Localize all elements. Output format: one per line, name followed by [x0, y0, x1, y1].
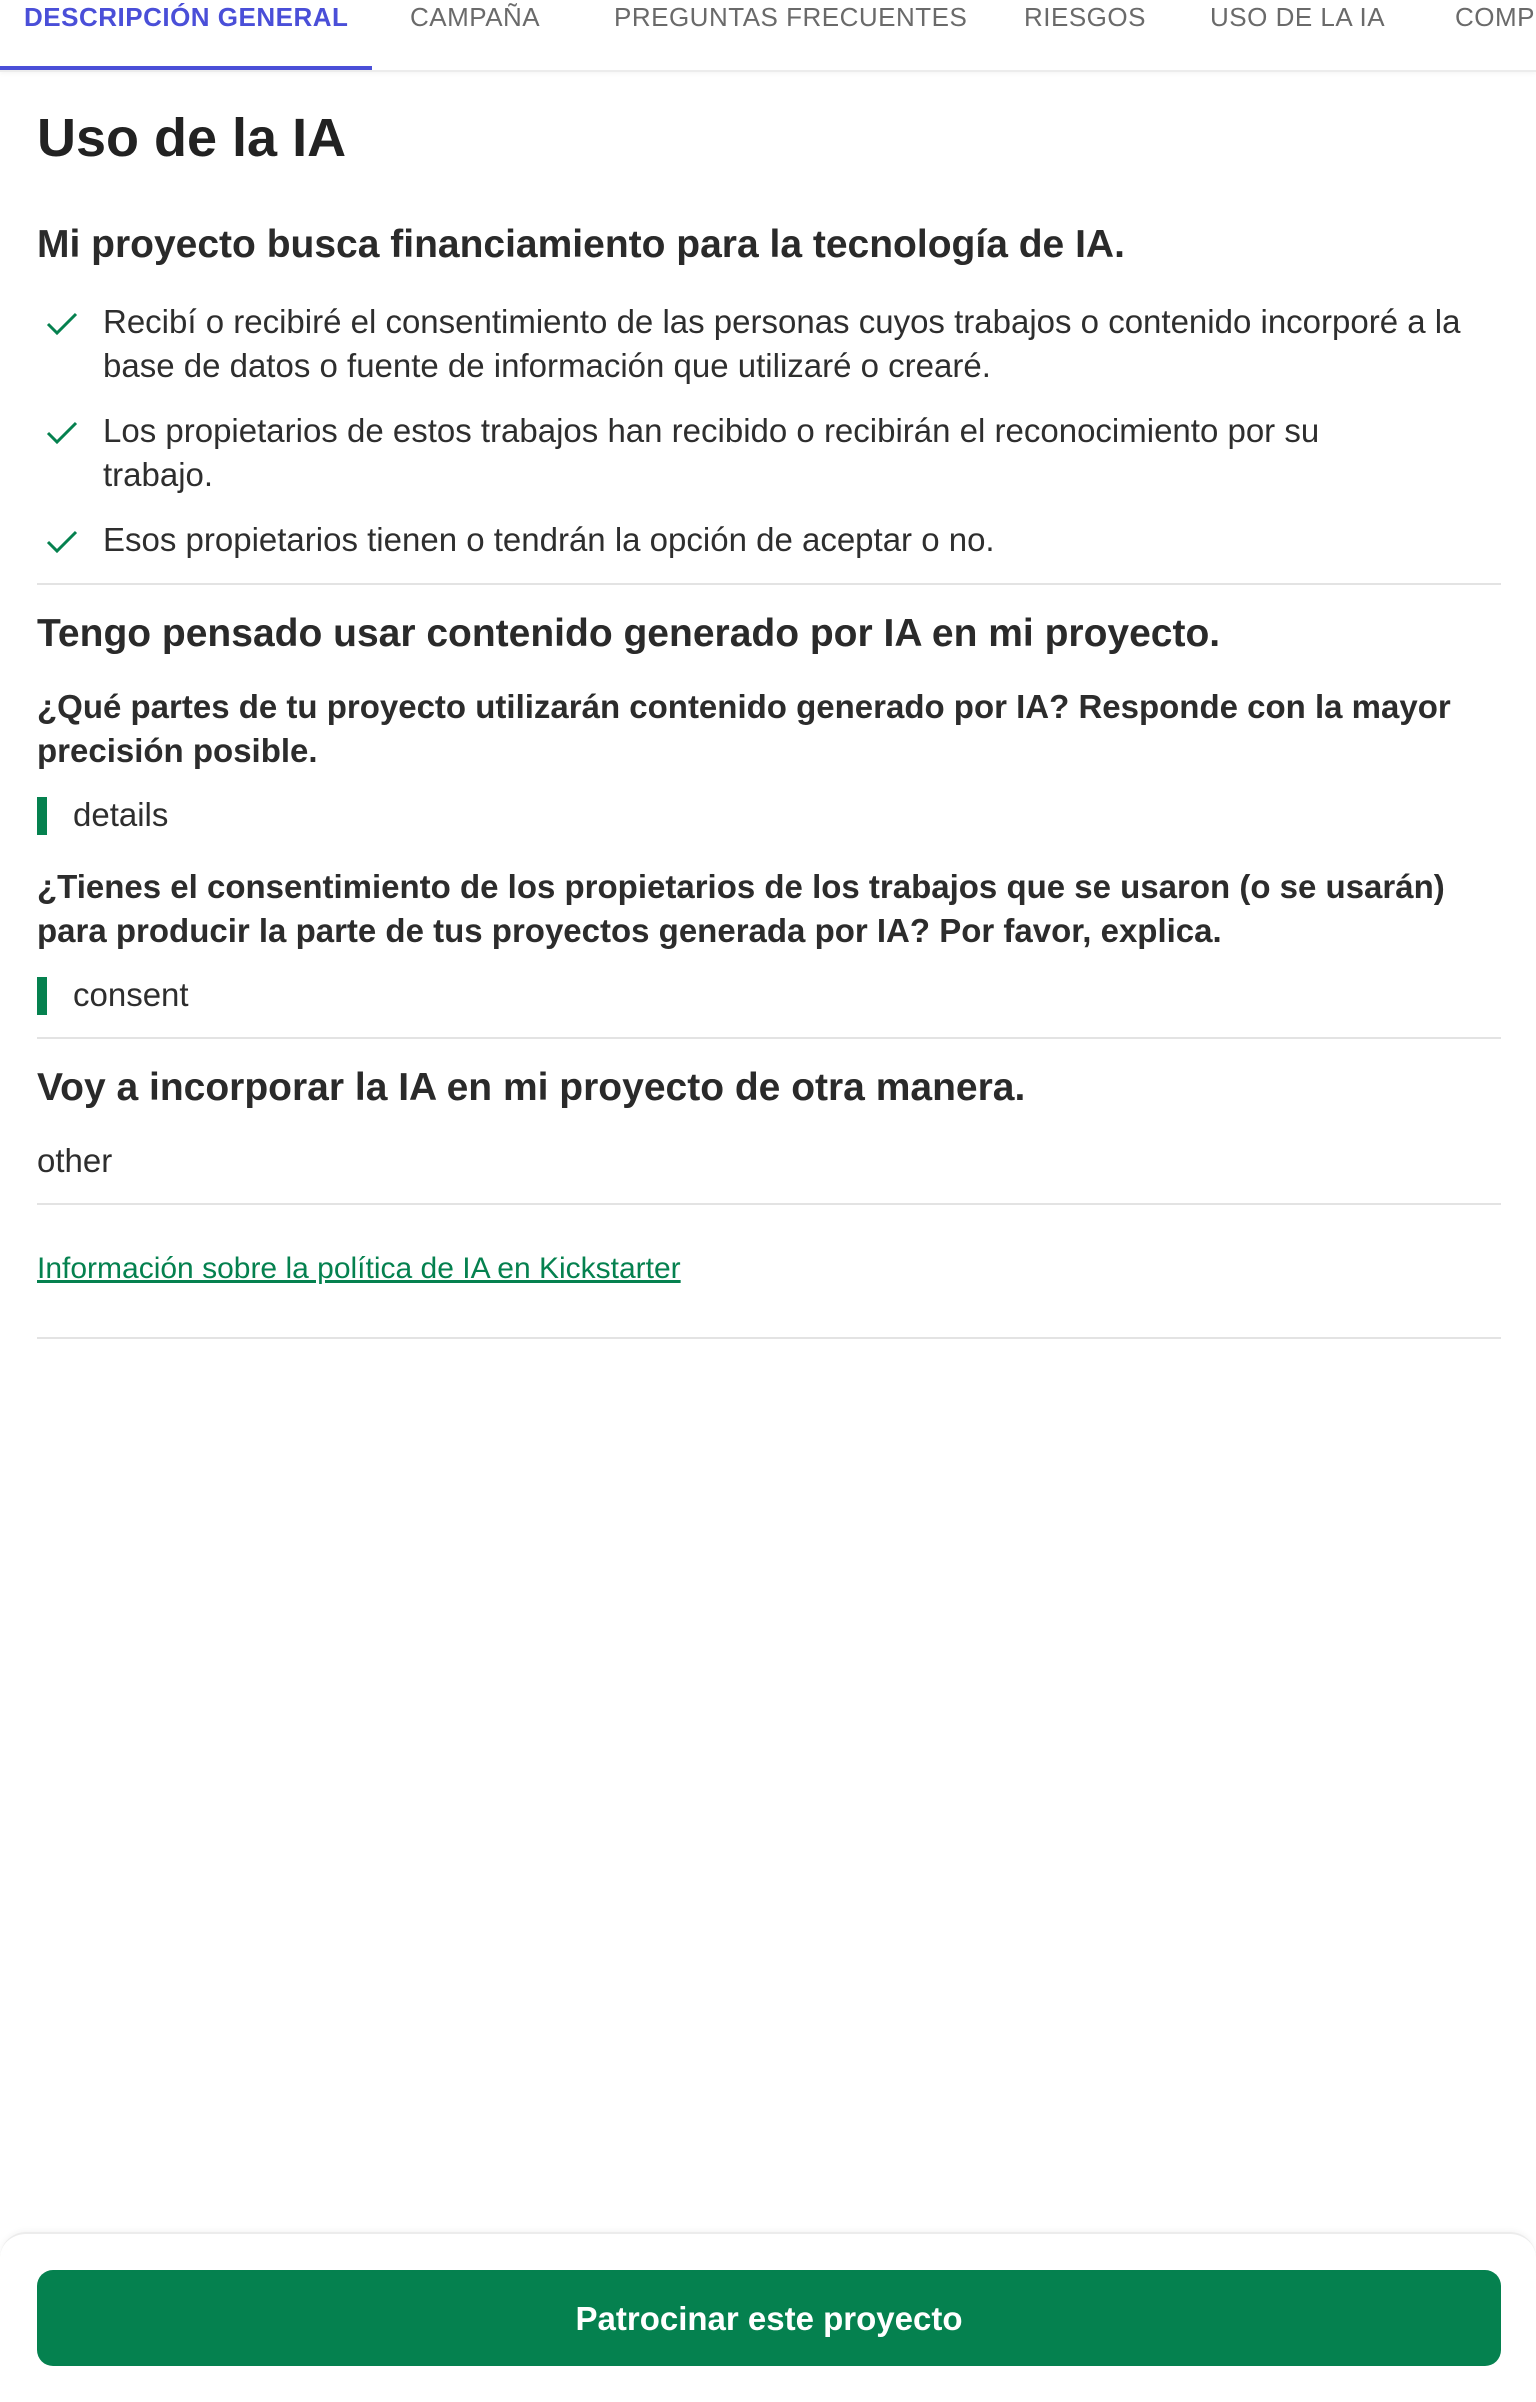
answer-accent-bar	[37, 977, 47, 1015]
check-item-text: Recibí o recibiré el consentimiento de l…	[103, 303, 1461, 384]
check-list-item: Los propietarios de estos trabajos han r…	[37, 409, 1501, 497]
check-icon	[46, 421, 78, 445]
tab-campana[interactable]: CAMPAÑA	[410, 0, 540, 68]
bottom-action-bar: Patrocinar este proyecto	[0, 2232, 1536, 2402]
section-divider	[37, 1037, 1501, 1039]
consent-check-list: Recibí o recibiré el consentimiento de l…	[37, 300, 1501, 562]
funding-section-title: Mi proyecto busca financiamiento para la…	[37, 223, 1125, 266]
tab-descripcion-general[interactable]: DESCRIPCIÓN GENERAL	[0, 0, 373, 70]
section-divider	[37, 1337, 1501, 1339]
tab-comunidad[interactable]: COMPI	[1455, 0, 1536, 68]
owners-consent-question: ¿Tienes el consentimiento de los propiet…	[37, 868, 1445, 949]
tab-label: COMPI	[1455, 2, 1536, 32]
tab-label: DESCRIPCIÓN GENERAL	[24, 2, 349, 32]
generated-parts-question: ¿Qué partes de tu proyecto utilizarán co…	[37, 688, 1451, 769]
tab-riesgos[interactable]: RIESGOS	[1024, 0, 1146, 68]
tab-uso-de-la-ia[interactable]: USO DE LA IA	[1210, 0, 1385, 68]
page-title: Uso de la IA	[37, 108, 347, 168]
check-icon	[46, 312, 78, 336]
owners-consent-answer: consent	[37, 973, 1501, 1017]
section-tab-bar: DESCRIPCIÓN GENERAL CAMPAÑA PREGUNTAS FR…	[0, 0, 1536, 72]
tab-label: USO DE LA IA	[1210, 2, 1386, 32]
check-icon	[46, 530, 78, 554]
check-item-text: Esos propietarios tienen o tendrán la op…	[103, 521, 995, 558]
answer-text: consent	[73, 976, 189, 1013]
tab-label: PREGUNTAS FRECUENTES	[614, 2, 968, 32]
check-item-text: Los propietarios de estos trabajos han r…	[103, 412, 1320, 493]
answer-text: details	[73, 796, 169, 833]
ai-usage-content: Uso de la IA Mi proyecto busca financiam…	[37, 70, 1501, 1339]
check-list-item: Recibí o recibiré el consentimiento de l…	[37, 300, 1501, 388]
ai-policy-link[interactable]: Información sobre la política de IA en K…	[37, 1252, 681, 1285]
section-divider	[37, 583, 1501, 585]
tab-preguntas-frecuentes[interactable]: PREGUNTAS FRECUENTES	[614, 0, 967, 68]
check-list-item: Esos propietarios tienen o tendrán la op…	[37, 518, 1501, 562]
tab-label: RIESGOS	[1024, 2, 1146, 32]
generated-content-section-title: Tengo pensado usar contenido generado po…	[37, 612, 1221, 655]
policy-link-row: Información sobre la política de IA en K…	[37, 1249, 1501, 1289]
other-usage-answer: other	[37, 1142, 113, 1179]
section-divider	[37, 1203, 1501, 1205]
answer-accent-bar	[37, 797, 47, 835]
tab-label: CAMPAÑA	[410, 2, 541, 32]
other-usage-section-title: Voy a incorporar la IA en mi proyecto de…	[37, 1066, 1026, 1109]
generated-parts-answer: details	[37, 793, 1501, 837]
back-this-project-button[interactable]: Patrocinar este proyecto	[37, 2270, 1501, 2366]
